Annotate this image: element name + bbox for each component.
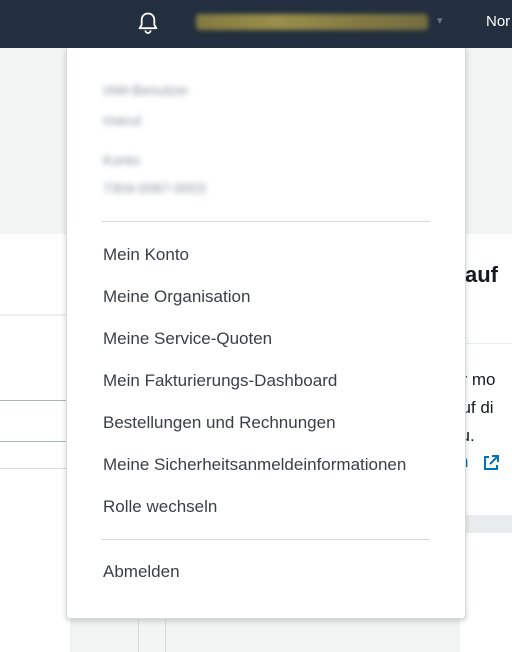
menu-divider bbox=[102, 539, 430, 540]
top-navigation-bar: ▾ Nor bbox=[0, 0, 512, 48]
menu-divider bbox=[102, 221, 430, 222]
iam-user-label: IAM-Benutzer bbox=[103, 82, 189, 98]
menu-item-service-quotas[interactable]: Meine Service-Quoten bbox=[103, 329, 272, 349]
left-panel bbox=[0, 316, 70, 652]
divider bbox=[0, 468, 70, 469]
chevron-down-icon[interactable]: ▾ bbox=[437, 14, 443, 27]
menu-item-billing-dashboard[interactable]: Mein Fakturierungs-Dashboard bbox=[103, 371, 337, 391]
menu-item-security-credentials[interactable]: Meine Sicherheitsanmeldeinformationen bbox=[103, 455, 406, 475]
page-content: auf er mo auf di zu. n IAM-Benutzer rnac… bbox=[0, 48, 512, 652]
account-menu-button[interactable] bbox=[196, 14, 428, 30]
account-id-value: 7304-0087-0003 bbox=[103, 180, 206, 196]
region-selector[interactable]: Nor bbox=[486, 13, 510, 30]
menu-item-switch-role[interactable]: Rolle wechseln bbox=[103, 497, 217, 517]
iam-user-value: rnacul bbox=[103, 112, 142, 128]
page-header-left bbox=[0, 234, 70, 315]
section-divider bbox=[460, 515, 512, 533]
external-link-icon[interactable] bbox=[482, 454, 500, 472]
column-divider bbox=[138, 618, 166, 652]
page-header-right bbox=[460, 234, 512, 345]
bell-icon[interactable] bbox=[135, 10, 161, 36]
menu-item-my-organization[interactable]: Meine Organisation bbox=[103, 287, 250, 307]
sign-out-button[interactable]: Abmelden bbox=[103, 562, 180, 582]
menu-item-my-account[interactable]: Mein Konto bbox=[103, 245, 189, 265]
menu-item-orders-invoices[interactable]: Bestellungen und Rechnungen bbox=[103, 413, 336, 433]
search-input[interactable] bbox=[0, 400, 70, 442]
account-label: Konto bbox=[103, 152, 140, 168]
page-title: auf bbox=[465, 262, 498, 287]
lower-panel bbox=[460, 533, 512, 652]
account-dropdown-menu: IAM-Benutzer rnacul Konto 7304-0087-0003… bbox=[66, 48, 466, 619]
